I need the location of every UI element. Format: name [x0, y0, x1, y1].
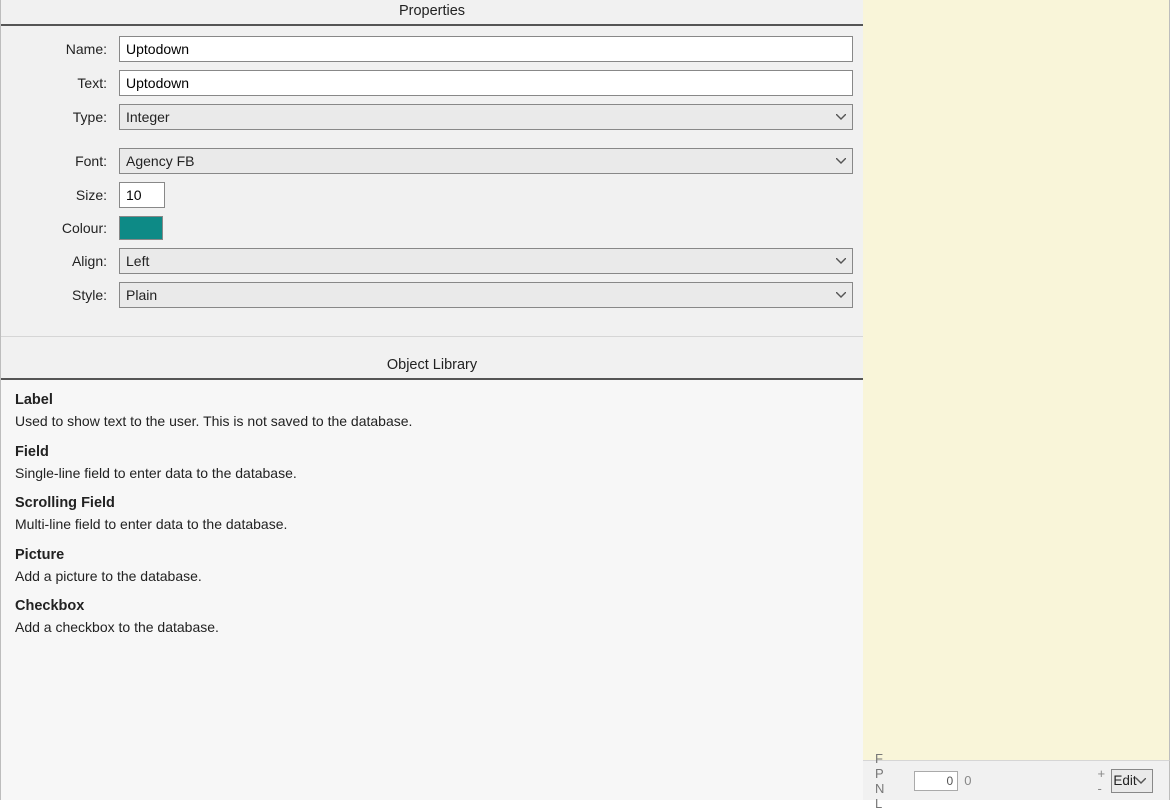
library-item-checkbox[interactable]: Checkbox Add a checkbox to the database. [1, 586, 863, 638]
library-item-desc: Add a checkbox to the database. [15, 618, 849, 638]
library-item-desc: Add a picture to the database. [15, 567, 849, 587]
record-total: 0 [964, 773, 971, 788]
design-canvas[interactable] [863, 0, 1170, 760]
align-label: Align: [11, 253, 119, 269]
chevron-down-icon [836, 158, 846, 164]
divider [1, 336, 863, 354]
chevron-down-icon [836, 114, 846, 120]
properties-panel: Name: Text: Type: Integer Font: Agency F… [1, 26, 863, 336]
text-label: Text: [11, 75, 119, 91]
style-select[interactable]: Plain [119, 282, 853, 308]
zoom-in-button[interactable]: + [1097, 766, 1105, 781]
library-title: Object Library [1, 354, 863, 380]
colour-swatch[interactable] [119, 216, 163, 240]
name-field[interactable] [119, 36, 853, 62]
library-item-desc: Used to show text to the user. This is n… [15, 412, 849, 432]
name-label: Name: [11, 41, 119, 57]
size-field[interactable] [119, 182, 165, 208]
library-item-desc: Single-line field to enter data to the d… [15, 464, 849, 484]
record-nav-buttons[interactable]: F P N L [875, 751, 900, 811]
style-label: Style: [11, 287, 119, 303]
align-select-value: Left [126, 253, 149, 269]
size-label: Size: [11, 187, 119, 203]
library-item-title: Picture [15, 547, 849, 563]
font-label: Font: [11, 153, 119, 169]
colour-label: Colour: [11, 220, 119, 236]
style-select-value: Plain [126, 287, 157, 303]
align-select[interactable]: Left [119, 248, 853, 274]
type-label: Type: [11, 109, 119, 125]
chevron-down-icon [836, 258, 846, 264]
library-item-desc: Multi-line field to enter data to the da… [15, 515, 849, 535]
library-item-title: Checkbox [15, 598, 849, 614]
record-current-field[interactable] [914, 771, 958, 791]
font-select-value: Agency FB [126, 153, 194, 169]
properties-title: Properties [1, 0, 863, 26]
object-library: Label Used to show text to the user. Thi… [1, 380, 863, 800]
mode-select[interactable]: Edit [1111, 769, 1153, 793]
library-item-title: Scrolling Field [15, 495, 849, 511]
chevron-down-icon [836, 292, 846, 298]
font-select[interactable]: Agency FB [119, 148, 853, 174]
sidebar: Properties Name: Text: Type: Integer Fon… [0, 0, 863, 800]
type-select-value: Integer [126, 109, 170, 125]
library-item-title: Label [15, 392, 849, 408]
library-item-field[interactable]: Field Single-line field to enter data to… [1, 432, 863, 484]
library-item-picture[interactable]: Picture Add a picture to the database. [1, 535, 863, 587]
zoom-out-button[interactable]: - [1097, 781, 1101, 796]
chevron-down-icon [1136, 778, 1146, 784]
type-select[interactable]: Integer [119, 104, 853, 130]
library-item-label[interactable]: Label Used to show text to the user. Thi… [1, 380, 863, 432]
mode-select-value: Edit [1113, 773, 1136, 788]
library-item-scrolling-field[interactable]: Scrolling Field Multi-line field to ente… [1, 483, 863, 535]
library-item-title: Field [15, 444, 849, 460]
statusbar: F P N L 0 + - Edit [863, 760, 1170, 800]
text-field[interactable] [119, 70, 853, 96]
